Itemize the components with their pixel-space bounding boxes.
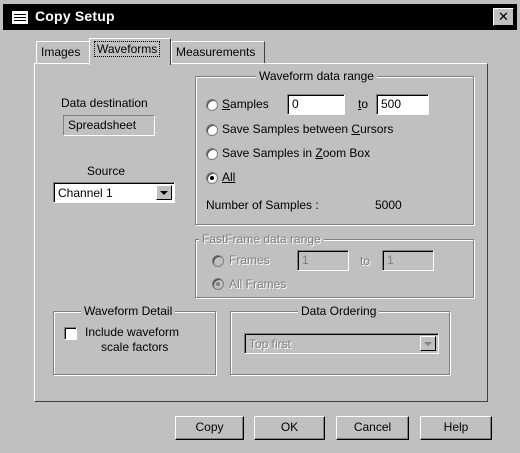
frames-to-input[interactable]: 1 [382, 250, 434, 271]
num-samples-value: 5000 [375, 198, 402, 212]
ok-button[interactable]: OK [254, 416, 325, 440]
all-frames-label: All Frames [229, 277, 287, 291]
waveforms-tab-panel: Data destination Spreadsheet Source Chan… [34, 63, 488, 402]
zoom-box-radio[interactable] [206, 148, 218, 160]
samples-to-label: to [358, 97, 369, 111]
waveform-data-range-group: Waveform data range Samples 0 to 500 Sav… [195, 69, 474, 225]
source-label: Source [87, 164, 126, 178]
include-scale-factors-label-line1: Include waveform [85, 325, 180, 339]
frames-from-input[interactable]: 1 [297, 250, 349, 271]
window-title: Copy Setup [35, 8, 115, 24]
samples-label: Samples [222, 97, 269, 111]
data-ordering-select-value: Top first [249, 337, 292, 351]
data-destination-label: Data destination [61, 96, 148, 110]
source-select-value: Channel 1 [58, 186, 113, 200]
tab-measurements-label: Measurements [176, 45, 256, 59]
data-ordering-title: Data Ordering [298, 304, 380, 318]
samples-from-input[interactable]: 0 [287, 94, 345, 115]
source-select[interactable]: Channel 1 [53, 182, 175, 203]
between-cursors-label: Save Samples between Cursors [222, 122, 394, 136]
copy-setup-dialog: Copy Setup ✕ Images Waveforms Measuremen… [0, 0, 520, 453]
window-menu-icon[interactable] [12, 11, 28, 24]
all-frames-radio[interactable] [212, 278, 224, 290]
waveform-detail-group: Waveform Detail Include waveform scale f… [53, 304, 216, 375]
samples-radio[interactable] [206, 99, 218, 111]
all-samples-radio[interactable] [206, 172, 218, 184]
fastframe-data-range-title: FastFrame data range [199, 232, 324, 246]
num-samples-label: Number of Samples : [206, 198, 319, 212]
between-cursors-radio[interactable] [206, 124, 218, 136]
copy-button[interactable]: Copy [175, 416, 244, 440]
all-samples-label: All [222, 170, 236, 184]
title-bar[interactable]: Copy Setup ✕ [3, 4, 517, 30]
zoom-box-label: Save Samples in Zoom Box [222, 146, 371, 160]
samples-to-input[interactable]: 500 [376, 94, 429, 115]
close-icon[interactable]: ✕ [493, 8, 514, 26]
data-ordering-dropdown-arrow-icon[interactable] [420, 336, 436, 351]
frames-to-label: to [360, 254, 371, 268]
waveform-detail-title: Waveform Detail [81, 304, 176, 318]
source-dropdown-arrow-icon[interactable] [156, 185, 172, 200]
data-ordering-group: Data Ordering Top first [230, 304, 450, 375]
tab-images-label: Images [41, 45, 81, 59]
tab-waveforms-label: Waveforms [94, 41, 161, 57]
tab-measurements[interactable]: Measurements [171, 41, 265, 63]
frames-radio[interactable] [212, 255, 224, 267]
data-ordering-select[interactable]: Top first [244, 333, 439, 354]
cancel-button[interactable]: Cancel [336, 416, 409, 440]
waveform-data-range-title: Waveform data range [256, 69, 377, 83]
help-button[interactable]: Help [420, 416, 492, 440]
tab-waveforms[interactable]: Waveforms [89, 38, 171, 65]
frames-label: Frames [229, 253, 270, 267]
data-destination-value: Spreadsheet [63, 115, 155, 136]
include-scale-factors-checkbox[interactable] [64, 327, 77, 340]
tab-images[interactable]: Images [36, 41, 90, 63]
include-scale-factors-label-line2: scale factors [101, 340, 169, 354]
fastframe-data-range-group: FastFrame data range Frames 1 to 1 All F… [195, 232, 474, 298]
